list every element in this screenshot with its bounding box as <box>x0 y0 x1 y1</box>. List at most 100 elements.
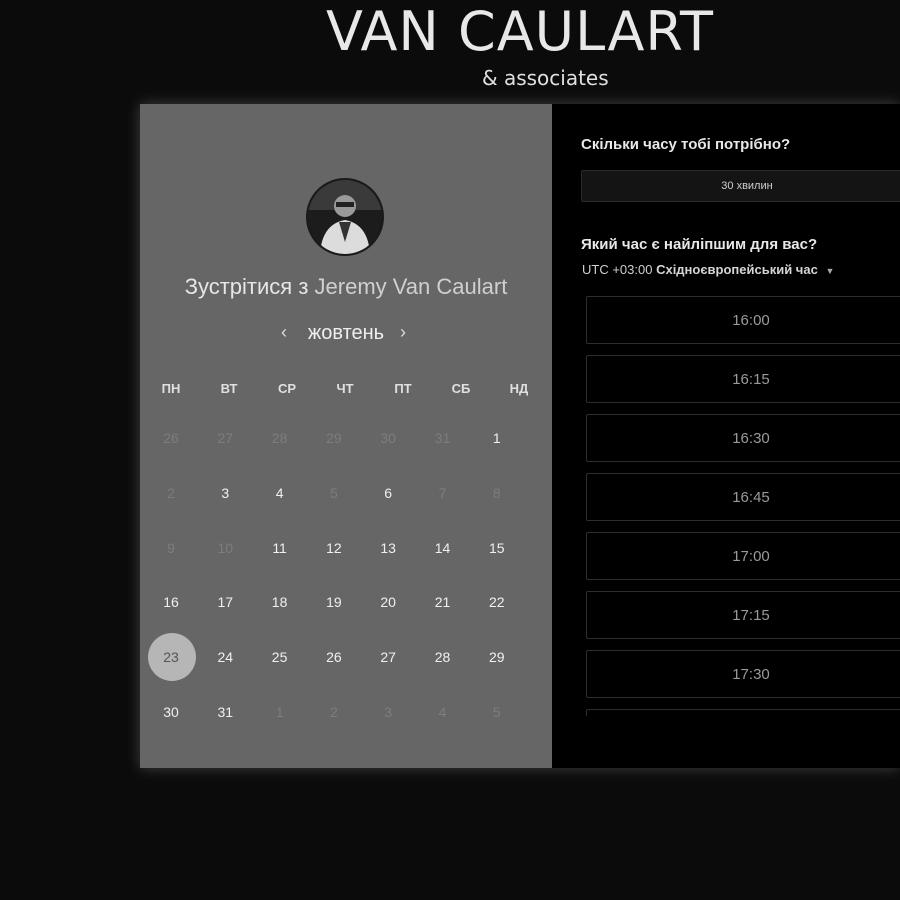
time-slot-button[interactable]: 16:30 <box>586 414 900 462</box>
calendar-day[interactable]: 17 <box>198 578 252 626</box>
weekday-header: ПН ВТ СР ЧТ ПТ СБ НД <box>144 381 550 401</box>
day-number: 23 <box>163 649 179 666</box>
calendar-day[interactable]: 31 <box>198 688 252 736</box>
calendar-day[interactable]: 19 <box>307 578 361 626</box>
calendar-day[interactable]: 25 <box>253 633 307 681</box>
calendar-day[interactable]: 24 <box>198 633 252 681</box>
calendar-day[interactable]: 21 <box>416 578 470 626</box>
day-number: 20 <box>380 594 396 611</box>
calendar-day: 4 <box>416 688 470 736</box>
calendar-day[interactable]: 4 <box>253 469 307 517</box>
calendar-day[interactable]: 26 <box>307 633 361 681</box>
calendar-day: 30 <box>361 414 415 462</box>
duration-question: Скільки часу тобі потрібно? <box>581 136 791 153</box>
calendar-day[interactable]: 13 <box>361 524 415 572</box>
day-number: 2 <box>329 704 338 720</box>
weekday-label: СР <box>277 381 297 396</box>
calendar-day: 31 <box>416 414 470 462</box>
calendar-day[interactable]: 14 <box>416 524 470 572</box>
time-slot-button[interactable]: 17:30 <box>586 650 900 698</box>
calendar-day[interactable]: 12 <box>307 524 361 572</box>
calendar-day[interactable]: 27 <box>361 633 415 681</box>
calendar-day[interactable]: 3 <box>198 469 252 517</box>
calendar-day: 1 <box>253 688 307 736</box>
day-number: 30 <box>163 704 179 720</box>
day-number: 6 <box>384 484 393 501</box>
duration-select-button[interactable]: 30 хвилин <box>581 170 900 202</box>
day-number: 26 <box>163 430 179 446</box>
calendar-panel: Зустрітися з Jeremy Van Caulart ‹ жовтен… <box>140 104 552 768</box>
calendar-day[interactable]: 18 <box>253 578 307 626</box>
calendar-day[interactable]: 16 <box>144 578 198 626</box>
calendar-day: 29 <box>307 414 361 462</box>
day-number: 18 <box>271 594 288 611</box>
weekday-label: ЧТ <box>336 381 354 396</box>
calendar-day: 8 <box>470 469 524 517</box>
weekday-label: ПН <box>161 381 181 396</box>
calendar-day: 28 <box>253 414 307 462</box>
calendar-day: 2 <box>144 469 198 517</box>
day-number: 10 <box>217 539 234 556</box>
day-number: 8 <box>492 484 501 501</box>
weekday-label: СБ <box>451 381 471 396</box>
calendar-day[interactable]: 1 <box>470 414 524 462</box>
month-navigation: ‹ жовтень › <box>140 322 552 352</box>
day-number: 29 <box>326 430 342 446</box>
time-slot-button[interactable]: 16:00 <box>586 296 900 344</box>
day-number: 29 <box>489 649 505 666</box>
brand-name: VAN CAULART <box>326 0 714 63</box>
calendar-day: 5 <box>307 469 361 517</box>
calendar-day[interactable]: 28 <box>416 633 470 681</box>
day-number: 16 <box>163 594 179 611</box>
calendar-day[interactable]: 29 <box>470 633 524 681</box>
host-avatar <box>306 178 384 256</box>
month-label: жовтень <box>307 322 385 344</box>
calendar-day: 5 <box>470 688 524 736</box>
host-photo-icon <box>308 180 382 254</box>
timezone-offset: UTC +03:00 <box>582 262 653 277</box>
meeting-prefix: Зустрітися з <box>184 274 309 299</box>
time-slot-list[interactable]: 16:00 16:15 16:30 16:45 17:00 17:15 17:30 <box>586 296 900 716</box>
calendar-day: 3 <box>361 688 415 736</box>
calendar-day[interactable]: 15 <box>470 524 524 572</box>
calendar-day[interactable]: 6 <box>361 469 415 517</box>
day-number: 21 <box>434 594 451 611</box>
weekday-label: ВТ <box>220 381 238 396</box>
day-number: 15 <box>489 539 505 556</box>
calendar-day: 27 <box>198 414 252 462</box>
calendar-day[interactable]: 30 <box>144 688 198 736</box>
day-number: 19 <box>326 594 342 611</box>
calendar-grid: 26 27 28 29 30 31 1 2 3 4 5 6 7 8 9 10 11 12 13 14 15 16 17 18 1… <box>144 416 550 756</box>
time-slot-button[interactable] <box>586 709 900 716</box>
calendar-day: 7 <box>416 469 470 517</box>
day-number: 31 <box>434 430 451 446</box>
day-number: 12 <box>326 539 342 556</box>
day-number: 28 <box>271 430 288 446</box>
calendar-day[interactable]: 20 <box>361 578 415 626</box>
calendar-day[interactable]: 22 <box>470 578 524 626</box>
time-slot-button[interactable]: 16:45 <box>586 473 900 521</box>
day-number: 1 <box>492 430 501 446</box>
timezone-selector[interactable]: UTC +03:00 Східноєвропейський час ▼ <box>582 262 834 277</box>
day-number: 13 <box>380 539 396 556</box>
time-slot-button[interactable]: 17:15 <box>586 591 900 639</box>
day-number: 4 <box>438 704 447 720</box>
day-number: 7 <box>438 484 447 501</box>
time-slot-button[interactable]: 16:15 <box>586 355 900 403</box>
day-number: 17 <box>217 594 234 611</box>
calendar-day[interactable]: 11 <box>253 524 307 572</box>
weekday-label: НД <box>509 381 529 396</box>
day-number: 5 <box>329 484 338 501</box>
day-number: 3 <box>384 704 393 720</box>
day-number: 28 <box>434 649 451 666</box>
day-number: 1 <box>275 704 284 720</box>
day-number: 5 <box>492 704 501 720</box>
time-slot-button[interactable]: 17:00 <box>586 532 900 580</box>
calendar-day: 26 <box>144 414 198 462</box>
day-number: 26 <box>326 649 342 666</box>
selected-day[interactable]: 23 <box>144 633 198 682</box>
next-month-icon[interactable]: › <box>400 322 406 343</box>
day-number: 31 <box>217 704 234 720</box>
booking-card: Зустрітися з Jeremy Van Caulart ‹ жовтен… <box>140 104 900 768</box>
time-panel: Скільки часу тобі потрібно? 30 хвилин Як… <box>552 104 900 768</box>
